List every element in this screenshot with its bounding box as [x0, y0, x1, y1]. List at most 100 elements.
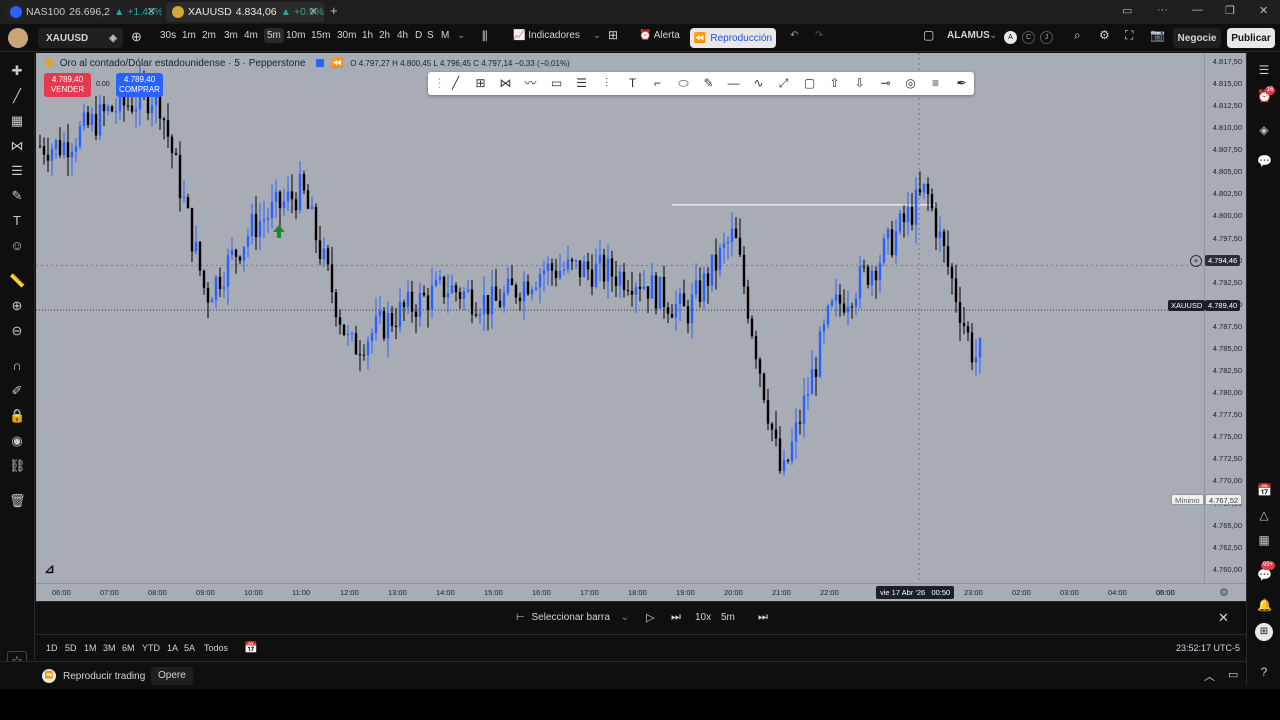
maximize-panel-icon[interactable]: ▭ — [1228, 668, 1238, 681]
range-5a[interactable]: 5A — [184, 643, 195, 653]
pitchfork-icon[interactable]: ⫶ — [599, 76, 614, 91]
search-icon[interactable]: ⌕ — [1074, 28, 1081, 43]
arrow-down-icon[interactable]: ⇩ — [852, 76, 867, 91]
close-icon[interactable]: ✕ — [1218, 610, 1229, 626]
timeframe-4h[interactable]: 4h — [397, 30, 408, 41]
zigzag-icon[interactable]: 〰 — [523, 76, 538, 91]
help-icon[interactable]: ? — [1257, 665, 1271, 679]
close-icon[interactable]: ✕ — [309, 5, 318, 18]
ellipse-icon[interactable]: ⬭ — [676, 76, 691, 91]
pattern-icon[interactable]: ⋈ — [498, 76, 513, 91]
range-6m[interactable]: 6M — [122, 643, 135, 653]
timeframe-2m[interactable]: 2m — [202, 30, 216, 41]
range-todos[interactable]: Todos — [204, 643, 228, 653]
sell-button[interactable]: 4.789,40 VENDER — [44, 73, 91, 97]
watchlist-icon[interactable]: ☰ — [1257, 63, 1271, 77]
layout-icon[interactable]: ▢ — [923, 28, 934, 42]
range-ytd[interactable]: YTD — [142, 643, 160, 653]
templates-icon[interactable]: ⊞ — [608, 28, 618, 42]
flag-icon[interactable] — [316, 59, 325, 67]
calendar-icon[interactable]: ▦ — [1257, 533, 1271, 547]
range-1a[interactable]: 1A — [167, 643, 178, 653]
trendline-icon[interactable]: ╱ — [9, 88, 25, 104]
apps-grid-icon[interactable]: ⊞ — [1255, 623, 1273, 641]
replay-interval[interactable]: 5m — [721, 612, 735, 623]
trade-button[interactable]: Negocie — [1173, 28, 1221, 48]
timeframe-30m[interactable]: 30m — [337, 30, 356, 41]
new-tab-button[interactable]: + — [330, 3, 338, 18]
wave-icon[interactable]: ∿ — [751, 76, 766, 91]
brush-icon[interactable]: ✎ — [701, 76, 716, 91]
date-range-icon[interactable]: 📅 — [244, 641, 258, 654]
add-alert-icon[interactable]: + — [1190, 255, 1202, 267]
path-icon[interactable]: ⌐ — [650, 76, 665, 91]
projection-icon[interactable]: ☰ — [9, 163, 25, 179]
ruler-icon[interactable]: 📏 — [9, 273, 25, 289]
bar-style-icon[interactable]: ⫼ — [482, 29, 488, 44]
layout-name[interactable]: ALAMUS — [947, 30, 990, 41]
range-1m[interactable]: 1M — [84, 643, 97, 653]
timeframe-M[interactable]: M — [441, 30, 449, 41]
layout-badge-j[interactable]: J — [1040, 31, 1053, 44]
replay-button[interactable]: ⏪ Reproducción — [690, 28, 776, 48]
layout-badge-a[interactable]: A — [1004, 31, 1017, 44]
horizontal-ray-icon[interactable]: — — [726, 76, 741, 91]
window-close-icon[interactable]: ✕ — [1259, 4, 1268, 17]
chevron-down-icon[interactable]: ⌄ — [457, 30, 465, 41]
fib-icon[interactable]: ☰ — [574, 76, 589, 91]
fullscreen-icon[interactable]: ⛶ — [1125, 28, 1133, 43]
ideas-icon[interactable]: △ — [1257, 508, 1271, 522]
timeframe-4m[interactable]: 4m — [244, 30, 258, 41]
chevron-up-icon[interactable]: ︿ — [1204, 668, 1215, 684]
gear-icon[interactable]: ⚙ — [1099, 28, 1110, 42]
publish-button[interactable]: Publicar — [1227, 28, 1275, 48]
horizontal-line-icon[interactable]: ⊸ — [878, 76, 893, 91]
brush-icon[interactable]: ✎ — [9, 188, 25, 204]
timeframe-30s[interactable]: 30s — [160, 30, 176, 41]
target-icon[interactable]: ◎ — [903, 76, 918, 91]
text-icon[interactable]: T — [625, 76, 640, 91]
timeframe-D[interactable]: D — [415, 30, 422, 41]
eye-icon[interactable]: ◉ — [9, 433, 25, 449]
clock[interactable]: 23:52:17 UTC-5 — [1176, 643, 1240, 653]
symbol-search[interactable]: XAUUSD ◈ — [38, 28, 123, 48]
tab-nas100[interactable]: NAS100 26.696,2 ▲ +1.43% / ... ✕ — [4, 2, 162, 22]
timeframe-15m[interactable]: 15m — [311, 30, 330, 41]
trash-icon[interactable]: 🗑 — [9, 493, 26, 509]
notifications-icon[interactable]: 💬 — [1257, 568, 1272, 582]
replay-trading-tab[interactable]: Reproducir trading — [63, 671, 145, 682]
axis-settings-icon[interactable]: ⚙ — [1219, 586, 1229, 599]
chat-icon[interactable]: 💬 — [1257, 154, 1272, 168]
replay-speed[interactable]: 10x — [695, 612, 711, 623]
more-icon[interactable]: ··· — [1157, 4, 1168, 16]
callout-icon[interactable]: ▢ — [802, 76, 817, 91]
minimize-icon[interactable]: — — [1192, 4, 1203, 16]
bell-icon[interactable]: 🔔 — [1257, 598, 1272, 612]
measure-icon[interactable]: ⤢ — [776, 76, 791, 91]
crosshair-icon[interactable]: ✚ — [9, 63, 25, 79]
chevron-down-icon[interactable]: ⌄ — [989, 30, 997, 41]
drag-handle-icon[interactable]: ⋮ — [432, 76, 447, 91]
timeframe-10m[interactable]: 10m — [286, 30, 305, 41]
timeframe-2h[interactable]: 2h — [379, 30, 390, 41]
stay-drawing-icon[interactable]: ✐ — [9, 383, 25, 399]
pattern-icon[interactable]: ⋈ — [9, 138, 25, 154]
buy-button[interactable]: 4.789,40 COMPRAR — [116, 73, 163, 97]
indicators-button[interactable]: 📈 Indicadores ⌄ — [513, 30, 601, 41]
layout-badge-c[interactable]: C — [1022, 31, 1035, 44]
timeframe-S[interactable]: S — [427, 30, 434, 41]
timeframe-5m[interactable]: 5m — [264, 28, 284, 43]
close-icon[interactable]: ✕ — [147, 5, 156, 18]
zoom-in-icon[interactable]: ⊕ — [9, 298, 25, 314]
arrow-up-icon[interactable]: ⇧ — [827, 76, 842, 91]
select-bar-button[interactable]: ⊢ Seleccionar barra ⌄ — [516, 612, 629, 623]
avatar[interactable] — [8, 28, 28, 48]
alert-button[interactable]: ⏰ Alerta — [639, 30, 680, 41]
jump-to-realtime-icon[interactable]: ⏭ — [758, 611, 768, 624]
emoji-icon[interactable]: ☺ — [9, 238, 25, 254]
trendline-icon[interactable]: ╱ — [448, 76, 463, 91]
step-forward-icon[interactable]: ⏭ — [671, 611, 681, 624]
timeframe-3m[interactable]: 3m — [224, 30, 238, 41]
link-icon[interactable]: ⛓ — [9, 458, 26, 474]
calendar-icon[interactable]: 📅 — [1257, 483, 1272, 497]
